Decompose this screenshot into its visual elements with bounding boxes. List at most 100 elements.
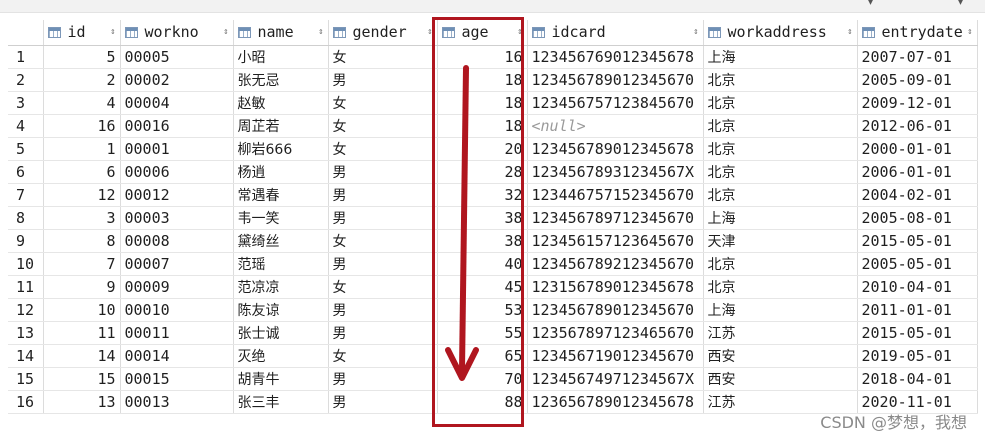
cell-id[interactable]: 6 — [43, 160, 121, 184]
cell-entrydate[interactable]: 2005-05-01 — [857, 252, 978, 276]
cell-workaddress[interactable]: 天津 — [703, 229, 858, 253]
cell-gender[interactable]: 男 — [328, 160, 438, 184]
cell-age[interactable]: 65 — [437, 344, 528, 368]
cell-workaddress[interactable]: 西安 — [703, 344, 858, 368]
cell-age[interactable]: 38 — [437, 206, 528, 230]
cell-entrydate[interactable]: 2018-04-01 — [857, 367, 978, 391]
cell-gender[interactable]: 女 — [328, 275, 438, 299]
cell-name[interactable]: 范凉凉 — [233, 275, 329, 299]
cell-age[interactable]: 18 — [437, 68, 528, 92]
cell-workaddress[interactable]: 北京 — [703, 252, 858, 276]
cell-age[interactable]: 18 — [437, 91, 528, 115]
cell-gender[interactable]: 男 — [328, 367, 438, 391]
column-header-workno[interactable]: workno ⇕ — [120, 20, 234, 46]
sort-icon[interactable]: ⇕ — [693, 27, 698, 37]
cell-name[interactable]: 杨逍 — [233, 160, 329, 184]
cell-workaddress[interactable]: 上海 — [703, 298, 858, 322]
cell-gender[interactable]: 男 — [328, 321, 438, 345]
cell-idcard[interactable]: 123567897123465670 — [527, 321, 704, 345]
cell-id[interactable]: 8 — [43, 229, 121, 253]
cell-entrydate[interactable]: 2005-08-01 — [857, 206, 978, 230]
column-header-idcard[interactable]: idcard ⇕ — [527, 20, 704, 46]
cell-name[interactable]: 张无忌 — [233, 68, 329, 92]
cell-gender[interactable]: 女 — [328, 91, 438, 115]
cell-gender[interactable]: 男 — [328, 68, 438, 92]
cell-id[interactable]: 2 — [43, 68, 121, 92]
cell-workaddress[interactable]: 北京 — [703, 160, 858, 184]
cell-gender[interactable]: 女 — [328, 344, 438, 368]
table-row[interactable]: 9 8 00008 黛绮丝女 38 123456157123645670 天津 2015-05… — [8, 229, 978, 253]
table-row[interactable]: 1 5 00005 小昭女 16 123456769012345678 上海 2007-07-… — [8, 45, 978, 69]
cell-workno[interactable]: 00014 — [120, 344, 234, 368]
sort-icon[interactable]: ⇕ — [847, 27, 852, 37]
cell-idcard[interactable]: 123456769012345678 — [527, 45, 704, 69]
cell-entrydate[interactable]: 2007-07-01 — [857, 45, 978, 69]
cell-idcard[interactable]: 12345674971234567X — [527, 367, 704, 391]
table-row[interactable]: 5 1 00001 柳岩666 女 20 123456789012345678 北京 2000-… — [8, 137, 978, 161]
cell-gender[interactable]: 女 — [328, 114, 438, 138]
cell-gender[interactable]: 男 — [328, 252, 438, 276]
cell-idcard[interactable]: 123456757123845670 — [527, 91, 704, 115]
cell-workno[interactable]: 00010 — [120, 298, 234, 322]
cell-age[interactable]: 20 — [437, 137, 528, 161]
table-row[interactable]: 14 14 00014 灭绝女 65 123456719012345670 西安 2019-0… — [8, 344, 978, 368]
table-row[interactable]: 12 10 00010 陈友谅男 53 123456789012345670 上海 2011-… — [8, 298, 978, 322]
cell-name[interactable]: 韦一笑 — [233, 206, 329, 230]
cell-idcard[interactable]: 123456789212345670 — [527, 252, 704, 276]
cell-idcard[interactable]: 123156789012345678 — [527, 275, 704, 299]
cell-workaddress[interactable]: 上海 — [703, 206, 858, 230]
cell-id[interactable]: 9 — [43, 275, 121, 299]
cell-name[interactable]: 赵敏 — [233, 91, 329, 115]
cell-workno[interactable]: 00001 — [120, 137, 234, 161]
dropdown-chevron-icon[interactable]: ▾ — [958, 0, 963, 8]
cell-id[interactable]: 10 — [43, 298, 121, 322]
table-row[interactable]: 15 15 00015 胡青牛男 70 12345674971234567X 西安 2018-… — [8, 367, 978, 391]
cell-id[interactable]: 1 — [43, 137, 121, 161]
cell-workno[interactable]: 00006 — [120, 160, 234, 184]
column-header-rownum[interactable] — [8, 20, 44, 46]
column-header-entrydate[interactable]: entrydate ⇕ — [857, 20, 978, 46]
cell-idcard[interactable]: 123446757152345670 — [527, 183, 704, 207]
cell-id[interactable]: 13 — [43, 390, 121, 414]
cell-idcard[interactable]: 123456719012345670 — [527, 344, 704, 368]
cell-workaddress[interactable]: 江苏 — [703, 321, 858, 345]
cell-idcard[interactable]: 123656789012345678 — [527, 390, 704, 414]
cell-workno[interactable]: 00012 — [120, 183, 234, 207]
cell-age[interactable]: 32 — [437, 183, 528, 207]
cell-name[interactable]: 灭绝 — [233, 344, 329, 368]
cell-idcard[interactable]: <null> — [527, 114, 704, 138]
cell-name[interactable]: 常遇春 — [233, 183, 329, 207]
cell-age[interactable]: 18 — [437, 114, 528, 138]
sort-icon[interactable]: ⇕ — [110, 27, 115, 37]
cell-name[interactable]: 陈友谅 — [233, 298, 329, 322]
cell-gender[interactable]: 男 — [328, 298, 438, 322]
cell-idcard[interactable]: 123456789712345670 — [527, 206, 704, 230]
cell-workaddress[interactable]: 北京 — [703, 183, 858, 207]
cell-idcard[interactable]: 123456789012345670 — [527, 68, 704, 92]
cell-name[interactable]: 范瑶 — [233, 252, 329, 276]
sort-icon[interactable]: ⇕ — [967, 27, 972, 37]
cell-entrydate[interactable]: 2000-01-01 — [857, 137, 978, 161]
sort-icon[interactable]: ⇕ — [517, 27, 522, 37]
cell-age[interactable]: 45 — [437, 275, 528, 299]
cell-workno[interactable]: 00015 — [120, 367, 234, 391]
cell-name[interactable]: 周芷若 — [233, 114, 329, 138]
cell-gender[interactable]: 女 — [328, 45, 438, 69]
table-row[interactable]: 7 12 00012 常遇春男 32 123446757152345670 北京 2004-0… — [8, 183, 978, 207]
cell-workaddress[interactable]: 北京 — [703, 91, 858, 115]
cell-entrydate[interactable]: 2015-05-01 — [857, 229, 978, 253]
cell-id[interactable]: 16 — [43, 114, 121, 138]
cell-workno[interactable]: 00007 — [120, 252, 234, 276]
cell-id[interactable]: 15 — [43, 367, 121, 391]
cell-idcard[interactable]: 12345678931234567X — [527, 160, 704, 184]
cell-id[interactable]: 12 — [43, 183, 121, 207]
cell-gender[interactable]: 女 — [328, 229, 438, 253]
cell-workno[interactable]: 00013 — [120, 390, 234, 414]
cell-age[interactable]: 40 — [437, 252, 528, 276]
cell-workno[interactable]: 00003 — [120, 206, 234, 230]
cell-gender[interactable]: 男 — [328, 390, 438, 414]
cell-workno[interactable]: 00002 — [120, 68, 234, 92]
sort-icon[interactable]: ⇕ — [223, 27, 228, 37]
cell-id[interactable]: 11 — [43, 321, 121, 345]
table-row[interactable]: 6 6 00006 杨逍男 28 12345678931234567X 北京 2006-01-… — [8, 160, 978, 184]
